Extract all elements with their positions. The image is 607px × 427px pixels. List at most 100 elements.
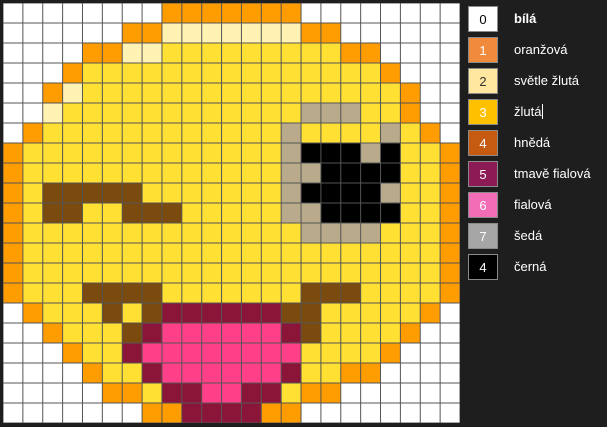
pixel-cell <box>320 23 341 43</box>
pixel-cell <box>241 303 262 323</box>
pixel-cell <box>122 323 143 343</box>
pixel-cell <box>201 143 222 163</box>
pixel-cell <box>102 303 123 323</box>
pixel-cell <box>201 263 222 283</box>
pixel-cell <box>360 223 381 243</box>
pixel-cell <box>62 183 83 203</box>
pixel-art-canvas <box>3 3 460 423</box>
pixel-cell <box>281 123 302 143</box>
pixel-cell <box>181 3 202 23</box>
pixel-cell <box>122 343 143 363</box>
pixel-cell <box>102 343 123 363</box>
pixel-cell <box>261 23 282 43</box>
pixel-cell <box>221 263 242 283</box>
pixel-cell <box>241 63 262 83</box>
pixel-cell <box>380 143 401 163</box>
pixel-cell <box>320 63 341 83</box>
pixel-cell <box>22 43 43 63</box>
pixel-cell <box>340 3 361 23</box>
pixel-cell <box>161 223 182 243</box>
pixel-cell <box>420 203 441 223</box>
pixel-cell <box>400 103 421 123</box>
pixel-cell <box>340 23 361 43</box>
legend-item: 4 hnědá <box>466 130 607 156</box>
pixel-cell <box>380 363 401 383</box>
legend-item: 1 oranžová <box>466 37 607 63</box>
pixel-cell <box>3 163 23 183</box>
pixel-cell <box>320 43 341 63</box>
pixel-cell <box>142 83 162 103</box>
pixel-cell <box>360 23 381 43</box>
pixel-cell <box>221 243 242 263</box>
pixel-cell <box>380 203 401 223</box>
pixel-cell <box>62 243 83 263</box>
pixel-cell <box>400 283 421 303</box>
pixel-cell <box>42 303 63 323</box>
pixel-cell <box>420 263 441 283</box>
pixel-cell <box>301 263 321 283</box>
pixel-cell <box>400 203 421 223</box>
pixel-cell <box>122 183 143 203</box>
pixel-cell <box>380 243 401 263</box>
pixel-cell <box>3 383 23 403</box>
pixel-cell <box>3 103 23 123</box>
pixel-cell <box>221 283 242 303</box>
pixel-cell <box>3 303 23 323</box>
pixel-cell <box>261 243 282 263</box>
text-cursor <box>542 104 544 119</box>
pixel-cell <box>320 243 341 263</box>
pixel-cell <box>360 183 381 203</box>
pixel-cell <box>161 363 182 383</box>
pixel-cell <box>360 143 381 163</box>
legend-item: 2 světle žlutá <box>466 68 607 94</box>
pixel-cell <box>281 403 302 423</box>
pixel-cell <box>102 243 123 263</box>
pixel-cell <box>440 243 460 263</box>
legend-label: fialová <box>514 197 552 212</box>
pixel-cell <box>161 183 182 203</box>
pixel-cell <box>102 63 123 83</box>
pixel-cell <box>440 203 460 223</box>
pixel-cell <box>301 243 321 263</box>
pixel-cell <box>221 323 242 343</box>
pixel-cell <box>340 103 361 123</box>
pixel-cell <box>161 323 182 343</box>
pixel-cell <box>320 203 341 223</box>
legend-swatch: 4 <box>468 254 498 280</box>
pixel-cell <box>62 43 83 63</box>
legend-label: oranžová <box>514 42 567 57</box>
pixel-cell <box>360 283 381 303</box>
pixel-cell <box>440 283 460 303</box>
pixel-cell <box>301 43 321 63</box>
pixel-cell <box>261 43 282 63</box>
legend-label-text: tmavě fialová <box>514 166 591 181</box>
pixel-cell <box>281 183 302 203</box>
pixel-cell <box>122 163 143 183</box>
pixel-cell <box>261 263 282 283</box>
pixel-cell <box>440 163 460 183</box>
pixel-cell <box>42 3 63 23</box>
pixel-cell <box>102 203 123 223</box>
pixel-cell <box>161 263 182 283</box>
pixel-cell <box>161 43 182 63</box>
pixel-cell <box>22 323 43 343</box>
pixel-cell <box>221 43 242 63</box>
legend-swatch: 1 <box>468 37 498 63</box>
pixel-cell <box>82 3 103 23</box>
pixel-cell <box>82 303 103 323</box>
pixel-cell <box>142 163 162 183</box>
pixel-cell <box>82 183 103 203</box>
pixel-cell <box>281 283 302 303</box>
pixel-cell <box>380 403 401 423</box>
pixel-cell <box>201 363 222 383</box>
pixel-cell <box>161 3 182 23</box>
pixel-cell <box>181 23 202 43</box>
pixel-cell <box>420 23 441 43</box>
pixel-cell <box>161 243 182 263</box>
pixel-cell <box>340 83 361 103</box>
legend-label: šedá <box>514 228 542 243</box>
pixel-cell <box>62 163 83 183</box>
pixel-cell <box>261 343 282 363</box>
pixel-cell <box>181 183 202 203</box>
legend-label-text: žlutá <box>514 104 542 119</box>
